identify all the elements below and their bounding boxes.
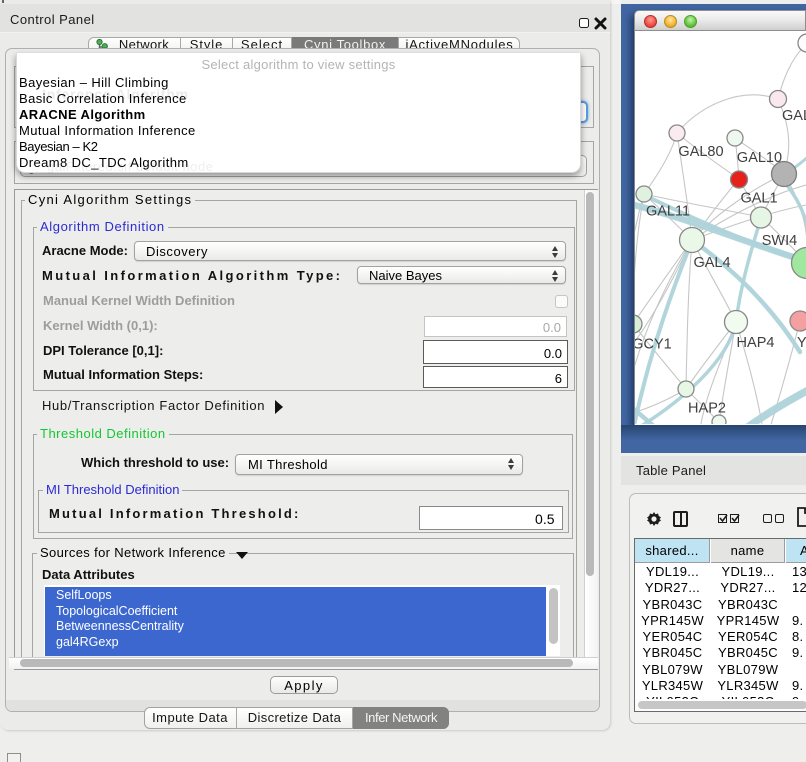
svg-text:HAP4: HAP4 xyxy=(737,335,775,351)
svg-text:SWI4: SWI4 xyxy=(762,233,797,249)
svg-text:GAL1: GAL1 xyxy=(740,191,777,207)
svg-text:GAL10: GAL10 xyxy=(737,150,782,166)
svg-text:HAP2: HAP2 xyxy=(688,401,726,417)
svg-text:GAL4: GAL4 xyxy=(693,255,730,271)
svg-text:YJ: YJ xyxy=(797,335,806,351)
svg-text:GAL80: GAL80 xyxy=(678,144,723,160)
svg-text:GAL11: GAL11 xyxy=(646,204,690,220)
svg-text:GCY1: GCY1 xyxy=(635,337,672,353)
svg-text:GAL: GAL xyxy=(782,108,806,124)
